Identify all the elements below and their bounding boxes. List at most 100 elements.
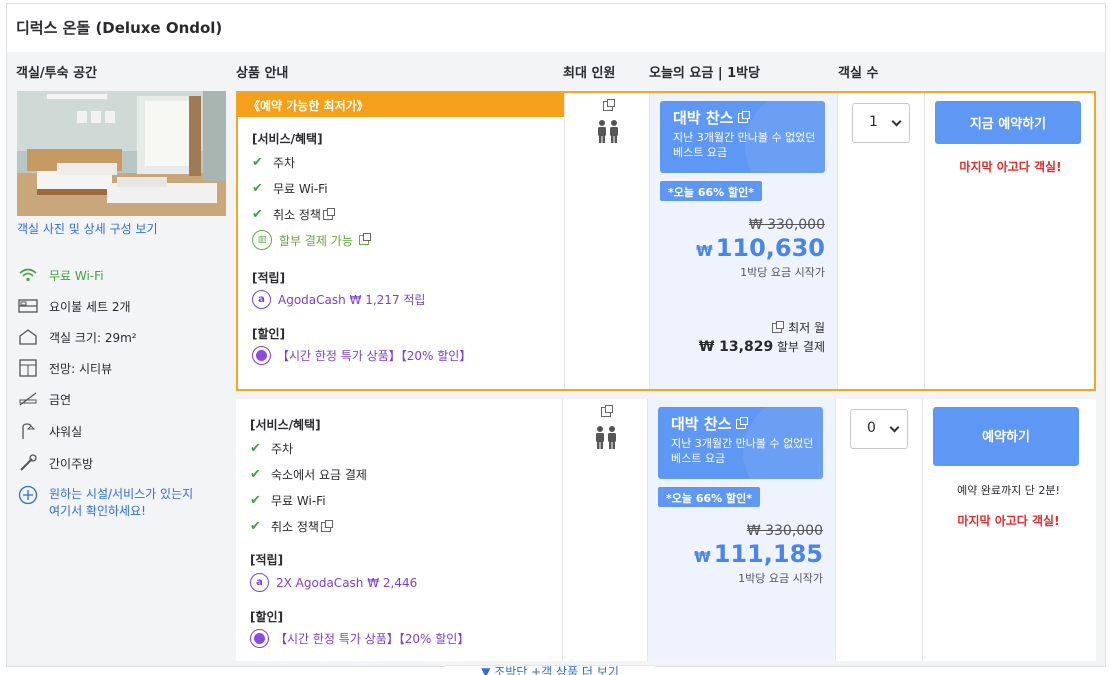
two-guests-icon — [596, 426, 616, 449]
room-title: 디럭스 온돌 (Deluxe Ondol) — [7, 4, 1105, 52]
check-icon: ✔ — [250, 467, 261, 482]
external-link-icon[interactable] — [603, 99, 615, 111]
discount-title: [할인] — [250, 610, 284, 624]
last-room-alert: 마지막 아고다 객실! — [959, 160, 1062, 174]
shower-icon — [17, 422, 39, 440]
column-headers: 객실/투숙 공간 상품 안내 최대 인원 오늘의 요금 | 1박당 객실 수 — [7, 52, 1105, 88]
amenity-view: 전망: 시티뷰 — [17, 359, 112, 377]
agodacash-coin-icon: a — [252, 290, 271, 309]
offer-info: 《예약 가능한 최저가》 [서비스/혜택] ✔ 주차 ✔ 무료 Wi-Fi ✔ 취소 … — [238, 93, 565, 389]
room-card: 디럭스 온돌 (Deluxe Ondol) 객실/투숙 공간 상품 안내 최대 … — [6, 3, 1106, 667]
current-price: ₩111,185 — [694, 540, 823, 568]
header-max-occupancy: 최대 인원 — [563, 66, 616, 81]
check-icon: ✔ — [252, 155, 263, 170]
room-qty-select[interactable]: 0 — [850, 409, 908, 449]
header-room-space: 객실/투숙 공간 — [16, 66, 98, 81]
amenity-room-size: 객실 크기: 29m² — [17, 328, 137, 346]
external-link-icon — [320, 519, 333, 532]
house-icon — [17, 328, 39, 346]
header-room-count: 객실 수 — [838, 66, 879, 81]
bed-icon — [17, 297, 39, 315]
chevron-down-icon — [889, 422, 900, 433]
amenity-wifi: 무료 Wi-Fi — [17, 266, 104, 284]
discount-title: [할인] — [252, 327, 286, 341]
offer-row-1: 《예약 가능한 최저가》 [서비스/혜택] ✔ 주차 ✔ 무료 Wi-Fi ✔ 취소 … — [236, 91, 1096, 391]
discount-badge: *오늘 66% 할인* — [658, 487, 760, 507]
cancellation-policy-link[interactable]: ✔ 취소 정책 — [250, 518, 333, 535]
booking-urgency: 예약 완료까지 단 2분! — [957, 484, 1060, 497]
check-icon: ✔ — [252, 207, 263, 222]
monthly-installment: ₩ 13,829 할부 결제 — [698, 339, 825, 355]
header-todays-rate: 오늘의 요금 | 1박당 — [649, 66, 761, 81]
agodacash-earn: a AgodaCash ₩ 1,217 적립 — [252, 290, 425, 309]
original-price: ₩ 330,000 — [746, 523, 823, 539]
wifi-icon — [17, 266, 39, 284]
original-price: ₩ 330,000 — [748, 217, 825, 233]
per-night-label: 1박당 요금 시작가 — [740, 266, 825, 279]
room-photo[interactable] — [17, 91, 226, 216]
external-link-icon — [358, 233, 371, 245]
benefits-title: [서비스/혜택] — [250, 418, 321, 432]
cancellation-policy-link[interactable]: ✔ 취소 정책 — [252, 206, 335, 223]
promo-discount: 【시간 한정 특가 상품】【20% 할인】 — [250, 629, 469, 648]
amenity-shower: 샤워실 — [17, 422, 82, 440]
show-more-offers-button[interactable]: ▼ 조박단 +객 상품 더 보기 — [445, 665, 655, 675]
deal-box[interactable]: 대박 찬스 지난 3개월간 만나볼 수 없었던 베스트 요금 — [658, 407, 823, 479]
offer-row-2: [서비스/혜택] ✔ 주차 ✔ 숙소에서 요금 결제 ✔ 무료 Wi-Fi ✔ 취소 정… — [236, 399, 1096, 661]
amenity-non-smoking: 금연 — [17, 390, 71, 408]
amenity-bedding: 요이불 세트 2개 — [17, 297, 131, 315]
per-night-label: 1박당 요금 시작가 — [738, 572, 823, 585]
promo-badge-icon — [252, 346, 271, 365]
qty-cell: 0 — [836, 399, 923, 661]
external-link-icon[interactable] — [601, 405, 613, 417]
external-link-icon — [772, 320, 785, 333]
check-icon: ✔ — [250, 441, 261, 456]
occupancy-cell — [563, 399, 648, 661]
benefit-item: ✔ 무료 Wi-Fi — [250, 493, 326, 508]
promo-badge-icon — [250, 629, 269, 648]
offer-info: [서비스/혜택] ✔ 주차 ✔ 숙소에서 요금 결제 ✔ 무료 Wi-Fi ✔ 취소 정… — [236, 399, 563, 661]
kitchen-icon — [17, 454, 39, 472]
best-price-banner: 《예약 가능한 최저가》 — [238, 93, 564, 117]
earn-title: [적립] — [250, 553, 284, 567]
benefit-item: ✔ 주차 — [252, 155, 296, 170]
facility-search-link[interactable]: 원하는 시설/서비스가 있는지 여기서 확인하세요! — [17, 485, 193, 520]
agodacash-earn: a 2X AgodaCash ₩ 2,446 — [250, 573, 417, 592]
no-smoking-icon — [17, 390, 39, 408]
room-photo-link[interactable]: 객실 사진 및 상세 구성 보기 — [17, 220, 158, 237]
last-room-alert: 마지막 아고다 객실! — [957, 514, 1060, 528]
monthly-label[interactable]: 최저 월 — [770, 319, 825, 336]
book-cell: 예약하기 예약 완료까지 단 2분! 마지막 아고다 객실! — [923, 399, 1094, 661]
current-price: ₩110,630 — [696, 234, 825, 262]
installment-link[interactable]: ▥ 할부 결제 가능 — [252, 230, 371, 250]
room-qty-select[interactable]: 1 — [852, 103, 910, 143]
external-link-icon — [322, 207, 335, 220]
amenity-kitchenette: 간이주방 — [17, 454, 93, 472]
book-now-button[interactable]: 지금 예약하기 — [935, 101, 1081, 144]
occupancy-cell — [565, 93, 650, 389]
benefit-item: ✔ 숙소에서 요금 결제 — [250, 467, 367, 482]
price-cell: 대박 찬스 지난 3개월간 만나볼 수 없었던 베스트 요금 *오늘 66% 할… — [650, 93, 838, 389]
room-details: 객실 사진 및 상세 구성 보기 무료 Wi-Fi 요이불 세트 2개 객실 크… — [7, 88, 235, 668]
benefits-title: [서비스/혜택] — [252, 132, 323, 146]
agodacash-coin-icon: a — [250, 573, 269, 592]
benefit-item: ✔ 무료 Wi-Fi — [252, 181, 328, 196]
check-icon: ✔ — [252, 181, 263, 196]
earn-title: [적립] — [252, 271, 286, 285]
price-cell: 대박 찬스 지난 3개월간 만나볼 수 없었던 베스트 요금 *오늘 66% 할… — [648, 399, 836, 661]
external-link-icon — [738, 110, 751, 123]
chevron-down-icon — [891, 116, 902, 127]
discount-badge: *오늘 66% 할인* — [660, 181, 762, 201]
two-guests-icon — [598, 120, 618, 143]
installment-icon: ▥ — [252, 230, 272, 250]
book-button[interactable]: 예약하기 — [933, 407, 1079, 466]
deal-box[interactable]: 대박 찬스 지난 3개월간 만나볼 수 없었던 베스트 요금 — [660, 101, 825, 173]
plus-circle-icon — [17, 485, 39, 505]
window-icon — [17, 359, 39, 377]
promo-discount: 【시간 한정 특가 상품】【20% 할인】 — [252, 346, 471, 365]
qty-cell: 1 — [838, 93, 925, 389]
check-icon: ✔ — [250, 493, 261, 508]
book-cell: 지금 예약하기 마지막 아고다 객실! — [925, 93, 1096, 389]
header-product-info: 상품 안내 — [236, 66, 289, 81]
check-icon: ✔ — [250, 519, 261, 534]
